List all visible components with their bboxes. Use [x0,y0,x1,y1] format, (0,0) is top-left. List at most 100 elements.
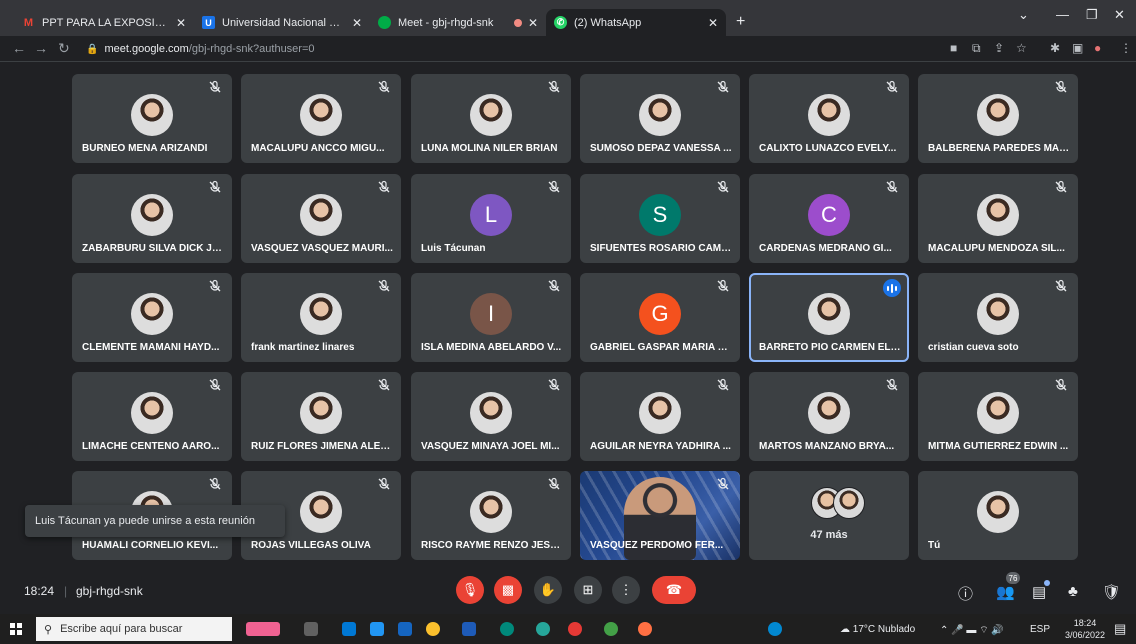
avatar [977,392,1019,434]
mail-icon[interactable] [398,622,412,636]
participant-tile[interactable]: MACALUPÚ ANCCO MIGU... [241,74,401,163]
notifications-icon[interactable]: ▤ [1114,621,1126,637]
more-count-label: 47 más [810,529,848,541]
participant-tile[interactable]: LUNA MOLINA NILER BRIAN [411,74,571,163]
file-explorer-icon[interactable] [342,622,356,636]
participant-tile[interactable]: C CARDENAS MEDRANO GI... [749,174,909,263]
menu-icon[interactable]: ⋮ [1120,41,1132,55]
profile-avatar[interactable]: ● [1094,41,1101,55]
participant-tile[interactable]: MARTOS MANZANO BRYA... [749,372,909,461]
windows-start-icon[interactable] [10,623,22,635]
firefox-icon[interactable] [638,622,652,636]
avatar [131,392,173,434]
chrome-profile-icon[interactable] [604,622,618,636]
leave-call-button[interactable]: ☎ [652,576,696,604]
participant-tile[interactable]: AGUILAR NEYRA YADHIRA ... [580,372,740,461]
participant-name: SIFUENTES ROSARIO CAMI... [590,243,732,254]
participant-tile[interactable]: I ISLA MEDINA ABELARDO V... [411,273,571,362]
avatar: I [470,293,512,335]
forward-icon[interactable]: → [34,40,48,56]
participant-tile[interactable]: S SIFUENTES ROSARIO CAMI... [580,174,740,263]
participant-tile[interactable]: BARRETO PIO CARMEN ELI... [749,273,909,362]
raise-hand-button[interactable]: ✋ [534,576,562,604]
activities-icon[interactable]: ♣ [1068,583,1078,600]
edge-icon[interactable] [500,622,514,636]
participant-name: GABRIEL GASPAR MARIA L... [590,342,732,353]
new-tab-icon[interactable]: + [736,13,745,31]
participant-tile[interactable]: LIMACHE CENTENO AARO... [72,372,232,461]
university-icon: U [202,16,215,29]
side-panel-icon[interactable]: ▣ [1072,41,1083,55]
camera-off-button[interactable]: ▩ [494,576,522,604]
whatsapp-icon: ✆ [554,16,567,29]
tab-university[interactable]: U Universidad Nacional del Callao ✕ [194,9,370,36]
meet-icon [378,16,391,29]
people-icon[interactable]: 👥 [996,583,1015,601]
participant-tile[interactable]: VASQUEZ MINAYA JOEL MI... [411,372,571,461]
share-icon[interactable]: ⇪ [994,41,1004,55]
participant-tile[interactable]: G GABRIEL GASPAR MARIA L... [580,273,740,362]
opera-icon[interactable] [568,622,582,636]
task-view-icon[interactable] [304,622,318,636]
close-icon[interactable]: ✕ [528,16,538,30]
word-icon[interactable] [462,622,476,636]
mic-off-icon: 🎙 [461,582,479,597]
microphone-off-button[interactable]: 🎙 [456,576,484,604]
weather-text: 17°C Nublado [852,624,916,635]
minimize-icon[interactable]: — [1056,7,1069,22]
tab-gmail[interactable]: M PPT PARA LA EXPOSICIÓN DEL II ✕ [14,9,194,36]
participant-tile[interactable]: VASQUEZ VASQUEZ MAURI... [241,174,401,263]
close-icon[interactable]: ✕ [352,16,362,30]
participant-tile[interactable]: CLEMENTE MAMANI HAYD... [72,273,232,362]
more-options-button[interactable]: ⋮ [612,576,640,604]
close-icon[interactable]: ✕ [176,16,186,30]
language-indicator[interactable]: ESP [1030,624,1050,635]
participant-tile[interactable]: RUIZ FLORES JIMENA ALEX... [241,372,401,461]
participant-tile[interactable]: BALBERENA PAREDES MAR... [918,74,1078,163]
mic-off-icon [716,80,730,94]
present-screen-button[interactable]: ⊞ [574,576,602,604]
extensions-icon[interactable]: ✱ [1050,41,1060,55]
close-window-icon[interactable]: ✕ [1114,7,1125,23]
participant-tile[interactable]: BURNEO MENA ARIZANDI [72,74,232,163]
participant-tile[interactable]: MITMA GUTIERREZ EDWIN ... [918,372,1078,461]
camera-icon[interactable]: ■ [950,41,957,55]
weather-widget[interactable]: ☁ 17°C Nublado [840,624,915,635]
maximize-icon[interactable]: ❐ [1086,7,1098,23]
participant-tile[interactable]: ZABARBURU SILVA DICK JH... [72,174,232,263]
participant-tile[interactable]: L Luis Tácunan [411,174,571,263]
present-icon: ⊞ [582,582,594,597]
tab-meet[interactable]: Meet - gbj-rhgd-snk ✕ [370,9,546,36]
address-bar[interactable]: 🔒 meet.google.com /gbj-rhgd-snk?authuser… [86,39,936,59]
chevron-down-icon[interactable]: ⌄ [1018,7,1029,23]
participant-tile[interactable]: Tú [918,471,1078,560]
tray-icons[interactable]: ⌃ 🎤 ▬ ⌔ 🔊 [940,624,1004,637]
taskbar-clock[interactable]: 18:24 3/06/2022 [1062,617,1108,641]
participant-count-badge: 76 [1006,572,1020,584]
store-icon[interactable] [370,622,384,636]
help-icon[interactable] [768,622,782,636]
more-participants-tile[interactable]: 47 más [749,471,909,560]
participant-tile[interactable]: RISCO RAYME RENZO JESUS [411,471,571,560]
open-tab-icon[interactable]: ⧉ [972,41,981,56]
tab-whatsapp[interactable]: ✆ (2) WhatsApp ✕ [546,9,726,36]
participant-tile[interactable]: CALIXTO LUNAZCO EVELY... [749,74,909,163]
meeting-code: gbj-rhgd-snk [76,584,143,598]
mic-off-icon [547,80,561,94]
chrome-icon[interactable] [426,622,440,636]
participant-tile[interactable]: frank martinez linares [241,273,401,362]
participant-tile[interactable]: SUMOSO DEPAZ VANESSA ... [580,74,740,163]
edge-dev-icon[interactable] [536,622,550,636]
chat-icon[interactable]: ▤ [1032,583,1046,601]
close-icon[interactable]: ✕ [708,16,718,30]
reload-icon[interactable]: ↻ [58,40,70,57]
participant-tile[interactable]: MACALUPU MENDOZA SIL... [918,174,1078,263]
participant-tile[interactable]: VASQUEZ PERDOMO FER... [580,471,740,560]
participant-tile[interactable]: cristian cueva soto [918,273,1078,362]
back-icon[interactable]: ← [12,40,26,56]
host-controls-icon[interactable]: 🛡 [1102,583,1121,601]
cortana-bikes-icon[interactable] [246,622,280,636]
taskbar-search-box[interactable]: ⚲ Escribe aquí para buscar [36,617,232,641]
meeting-details-icon[interactable]: ⓘ [958,583,973,604]
star-icon[interactable]: ☆ [1016,41,1027,55]
